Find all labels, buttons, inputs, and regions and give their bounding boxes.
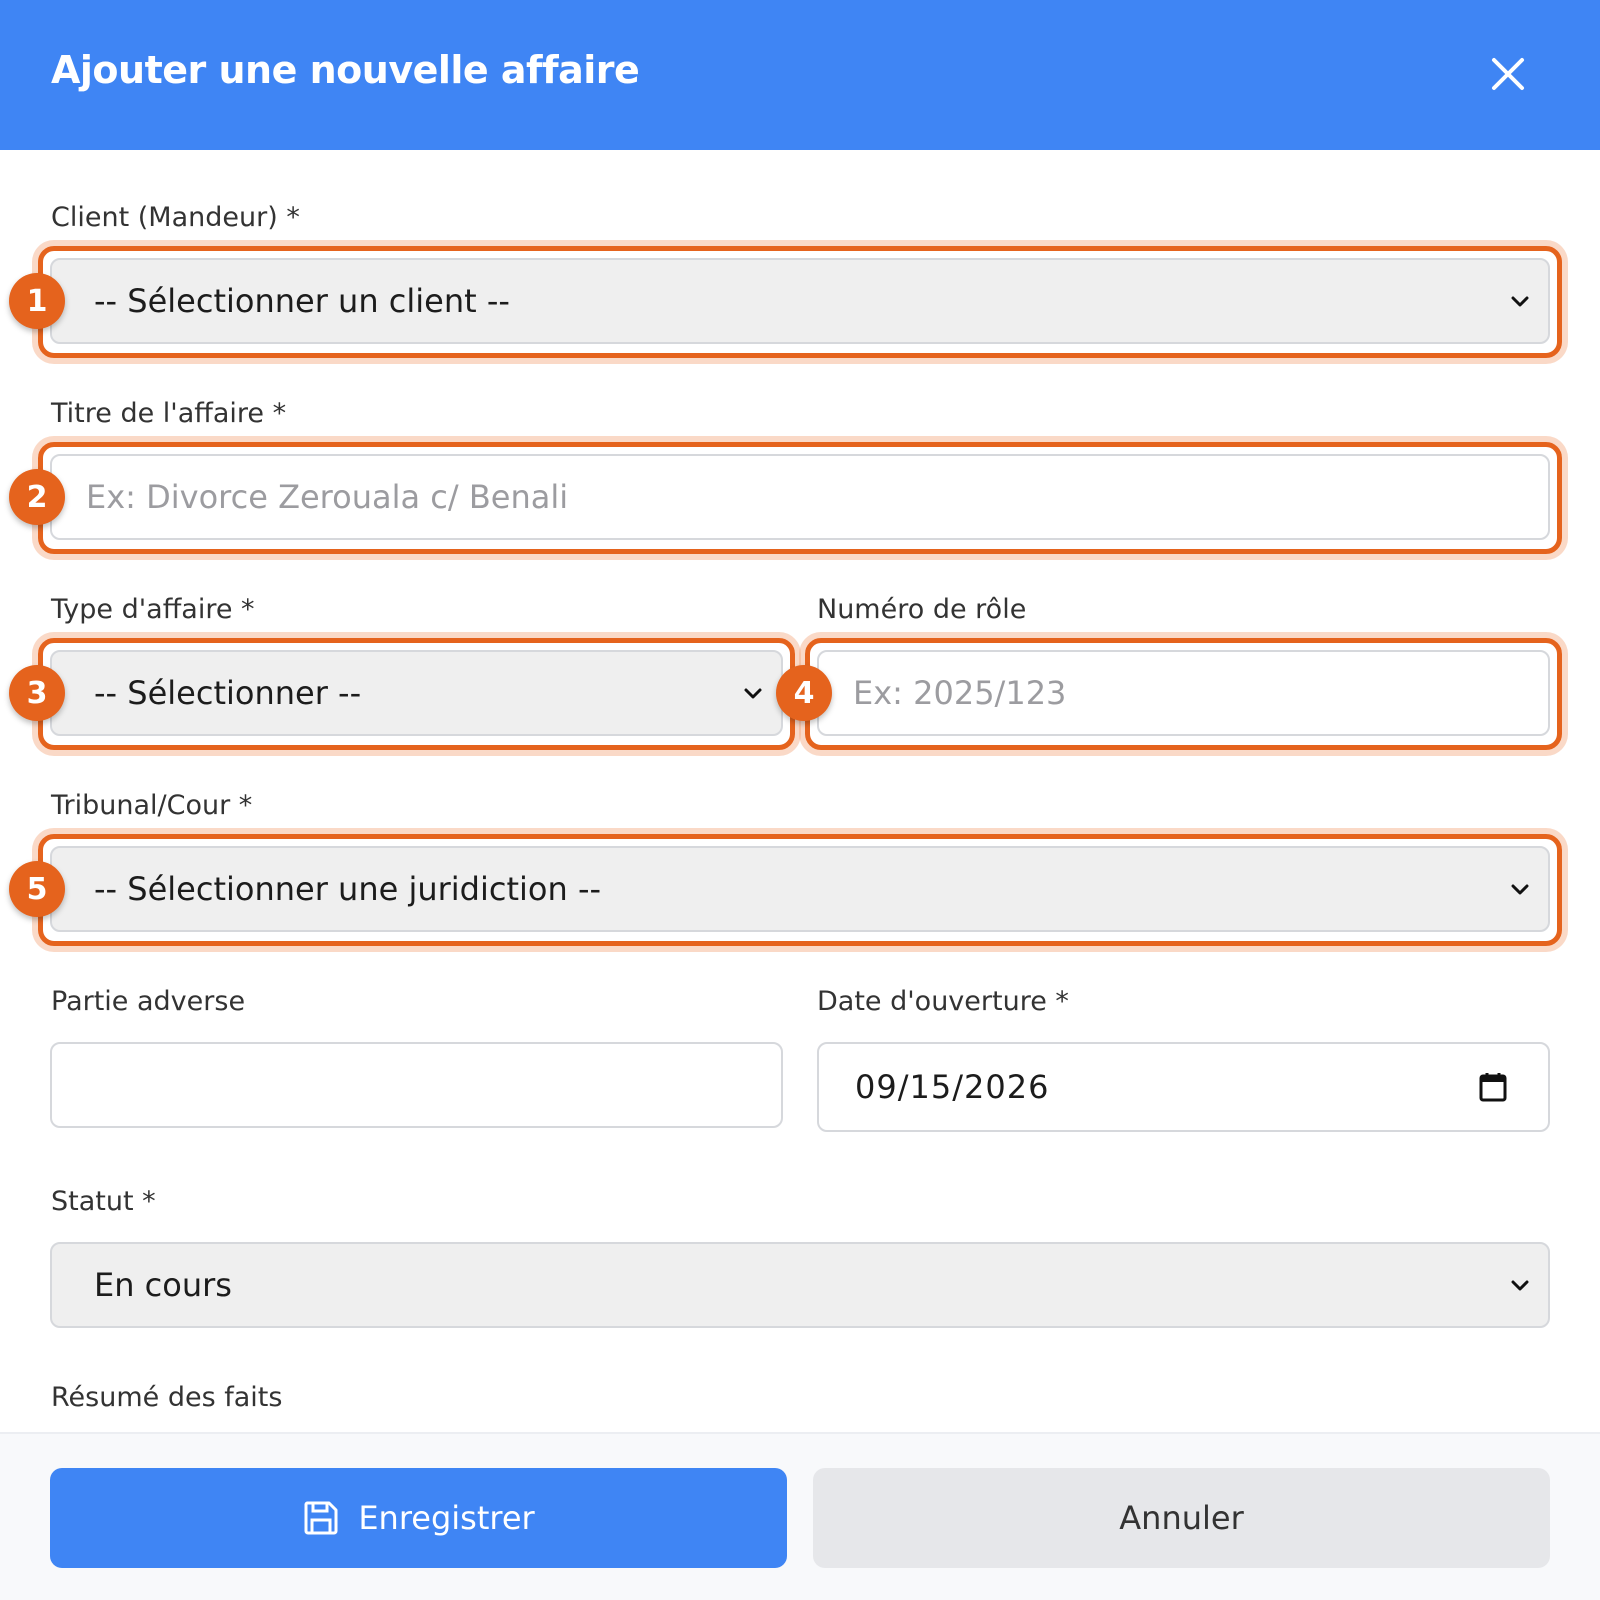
statut-label: Statut * [51, 1186, 156, 1217]
type-select[interactable]: -- Sélectionner -- [50, 650, 783, 736]
statut-select[interactable]: En cours [50, 1242, 1550, 1328]
dialog-header: Ajouter une nouvelle affaire [0, 0, 1600, 150]
titre-placeholder: Ex: Divorce Zerouala c/ Benali [86, 478, 569, 516]
step-badge-4: 4 [776, 665, 832, 721]
statut-select-value: En cours [94, 1266, 232, 1304]
tribunal-select[interactable]: -- Sélectionner une juridiction -- [50, 846, 1550, 932]
close-button[interactable] [1488, 54, 1528, 94]
client-select[interactable]: -- Sélectionner un client -- [50, 258, 1550, 344]
tribunal-label: Tribunal/Cour * [51, 790, 253, 821]
chevron-down-icon [1511, 296, 1529, 307]
cancel-button[interactable]: Annuler [813, 1468, 1550, 1568]
dialog-footer: Enregistrer Annuler [0, 1432, 1600, 1600]
date-value: 09/15/2026 [855, 1068, 1050, 1106]
numero-input[interactable]: Ex: 2025/123 [817, 650, 1550, 736]
resume-label: Résumé des faits [51, 1382, 283, 1413]
step-badge-2: 2 [9, 469, 65, 525]
chevron-down-icon [744, 688, 762, 699]
titre-input[interactable]: Ex: Divorce Zerouala c/ Benali [50, 454, 1550, 540]
dialog-title: Ajouter une nouvelle affaire [51, 48, 640, 92]
chevron-down-icon [1511, 1280, 1529, 1291]
numero-label: Numéro de rôle [817, 594, 1027, 625]
type-select-value: -- Sélectionner -- [94, 674, 362, 712]
tribunal-select-value: -- Sélectionner une juridiction -- [94, 870, 602, 908]
client-label: Client (Mandeur) * [51, 202, 300, 233]
step-badge-5: 5 [9, 861, 65, 917]
type-label: Type d'affaire * [51, 594, 255, 625]
partie-input[interactable] [50, 1042, 783, 1128]
numero-placeholder: Ex: 2025/123 [853, 674, 1067, 712]
date-input[interactable]: 09/15/2026 [817, 1042, 1550, 1132]
save-button[interactable]: Enregistrer [50, 1468, 787, 1568]
step-badge-3: 3 [9, 665, 65, 721]
titre-label: Titre de l'affaire * [51, 398, 287, 429]
calendar-icon[interactable] [1478, 1071, 1508, 1103]
floppy-disk-icon [304, 1501, 338, 1535]
partie-label: Partie adverse [51, 986, 246, 1017]
close-icon [1492, 58, 1524, 90]
cancel-button-label: Annuler [1119, 1499, 1244, 1537]
step-badge-1: 1 [9, 273, 65, 329]
client-select-value: -- Sélectionner un client -- [94, 282, 510, 320]
date-label: Date d'ouverture * [817, 986, 1069, 1017]
save-button-label: Enregistrer [358, 1499, 535, 1537]
chevron-down-icon [1511, 884, 1529, 895]
